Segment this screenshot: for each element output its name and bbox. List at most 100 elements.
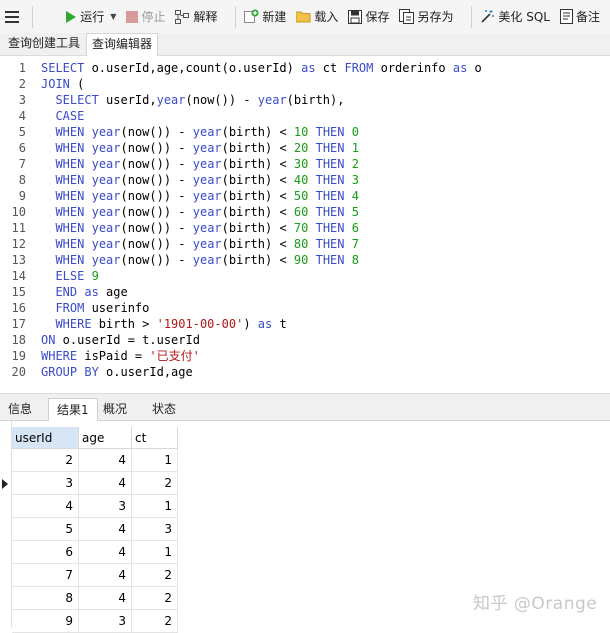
code-line[interactable]: 13 WHEN year(now()) - year(birth) < 90 T… [0,252,610,268]
table-cell[interactable]: 2 [132,564,178,587]
row-indicator-column[interactable] [0,421,12,628]
table-cell[interactable]: 2 [132,610,178,633]
table-cell[interactable]: 4 [79,472,132,495]
table-cell[interactable]: 1 [132,541,178,564]
code-text: WHEN year(now()) - year(birth) < 10 THEN… [41,124,359,140]
sql-text: (birth) < [221,237,294,251]
sql-keyword: WHEN [55,141,85,155]
current-row-arrow-icon [2,479,8,489]
code-line[interactable]: 12 WHEN year(now()) - year(birth) < 80 T… [0,236,610,252]
stop-button[interactable]: 停止 [126,0,165,33]
table-cell[interactable]: 3 [79,495,132,518]
column-header[interactable]: age [79,427,132,449]
code-line[interactable]: 20 GROUP BY o.userId,age [0,364,610,380]
tab-query-editor[interactable]: 查询编辑器 [86,33,159,56]
table-cell[interactable]: 2 [12,449,79,472]
save-as-button[interactable]: 另存为 [399,0,453,33]
code-line[interactable]: 19 WHERE isPaid = '已支付' [0,348,610,364]
code-line[interactable]: 10 WHEN year(now()) - year(birth) < 60 T… [0,204,610,220]
sql-text: userId, [98,93,157,107]
sql-text: (now()) - [120,125,193,139]
sql-keyword: SELECT [41,61,85,75]
table-cell[interactable]: 2 [132,587,178,610]
code-text: WHEN year(now()) - year(birth) < 60 THEN… [41,204,359,220]
table-cell[interactable]: 1 [132,449,178,472]
tab-result-1[interactable]: 结果1 [48,398,98,421]
save-button[interactable]: 保存 [348,0,389,33]
sql-keyword: SELECT [55,93,99,107]
table-cell[interactable]: 4 [79,587,132,610]
sql-number: 50 [293,189,309,203]
table-cell[interactable]: 1 [132,495,178,518]
table-cell[interactable]: 3 [12,472,79,495]
table-cell[interactable]: 4 [12,495,79,518]
table-cell[interactable]: 9 [12,610,79,633]
code-line[interactable]: 14 ELSE 9 [0,268,610,284]
code-line[interactable]: 4 CASE [0,108,610,124]
sql-keyword: as [84,285,99,299]
sql-keyword: THEN [315,253,345,267]
code-line[interactable]: 18 ON o.userId = t.userId [0,332,610,348]
code-line[interactable]: 16 FROM userinfo [0,300,610,316]
new-button[interactable]: 新建 [244,0,286,33]
memo-button[interactable]: 备注 [559,0,600,33]
code-line[interactable]: 7 WHEN year(now()) - year(birth) < 30 TH… [0,156,610,172]
menu-button[interactable] [0,0,24,33]
sql-keyword: CASE [55,109,85,123]
code-line[interactable]: 1 SELECT o.userId,age,count(o.userId) as … [0,60,610,76]
beautify-sql-button[interactable]: 美化 SQL [480,0,550,33]
tab-info[interactable]: 信息 [0,398,40,421]
tab-query-builder[interactable]: 查询创建工具 [3,33,85,55]
sql-function: year [91,221,121,235]
tab-profile[interactable]: 概况 [95,398,135,421]
table-cell[interactable]: 4 [79,449,132,472]
column-header[interactable]: userId [12,427,79,449]
code-line[interactable]: 8 WHEN year(now()) - year(birth) < 40 TH… [0,172,610,188]
table-cell[interactable]: 4 [79,564,132,587]
table-cell[interactable]: 5 [12,518,79,541]
table-cell[interactable]: 8 [12,587,79,610]
code-line[interactable]: 5 WHEN year(now()) - year(birth) < 10 TH… [0,124,610,140]
code-line[interactable]: 15 END as age [0,284,610,300]
sql-editor[interactable]: 1 SELECT o.userId,age,count(o.userId) as … [0,56,610,393]
code-line[interactable]: 9 WHEN year(now()) - year(birth) < 50 TH… [0,188,610,204]
sql-keyword: END [55,285,78,299]
code-line[interactable]: 2 JOIN ( [0,76,610,92]
sql-keyword: WHEN [55,253,85,267]
tab-status[interactable]: 状态 [144,398,184,421]
table-cell[interactable]: 3 [132,518,178,541]
table-cell[interactable]: 6 [12,541,79,564]
sql-text: (birth) < [221,173,294,187]
column-header[interactable]: ct [132,427,178,449]
code-text: CASE [41,108,84,124]
sql-text: ) [243,317,258,331]
table-cell[interactable]: 7 [12,564,79,587]
code-text: WHEN year(now()) - year(birth) < 80 THEN… [41,236,359,252]
sql-keyword: WHEN [55,221,85,235]
load-button[interactable]: 载入 [296,0,338,33]
explain-button[interactable]: 解释 [175,0,217,33]
code-line[interactable]: 11 WHEN year(now()) - year(birth) < 70 T… [0,220,610,236]
table-cell[interactable]: 3 [79,610,132,633]
memo-label: 备注 [575,10,600,24]
table-cell[interactable]: 4 [79,518,132,541]
code-line[interactable]: 6 WHEN year(now()) - year(birth) < 20 TH… [0,140,610,156]
table-cell[interactable]: 4 [79,541,132,564]
sql-function: year [91,189,121,203]
run-button[interactable]: 运行 ▼ [65,0,116,33]
code-line[interactable]: 3 SELECT userId,year(now()) - year(birth… [0,92,610,108]
code-line[interactable]: 17 WHERE birth > '1901-00-00') as t [0,316,610,332]
table-cell[interactable]: 2 [132,472,178,495]
chevron-down-icon[interactable]: ▼ [110,12,116,21]
sql-function: year [156,93,186,107]
sql-text: o.userId,age [98,365,193,379]
